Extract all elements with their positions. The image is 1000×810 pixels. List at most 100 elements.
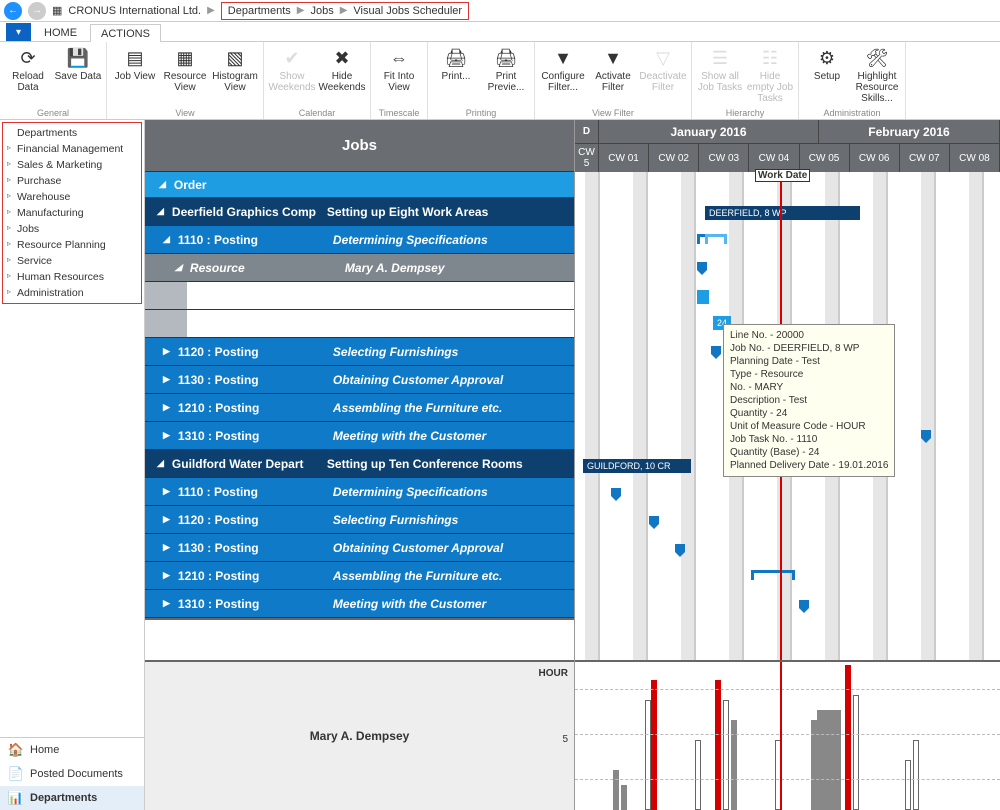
ribbon-group-label: General bbox=[4, 107, 102, 119]
tab-home[interactable]: HOME bbox=[33, 23, 88, 41]
col-description: Test bbox=[272, 317, 294, 331]
row-title: Resource bbox=[190, 261, 345, 275]
ribbon: ⟳Reload Data💾Save DataGeneral▤Job View▦R… bbox=[0, 42, 1000, 120]
job-row[interactable]: ▶1120 : PostingSelecting Furnishings bbox=[145, 506, 574, 534]
schedule-row[interactable]: ScheduleMARYTest bbox=[145, 310, 574, 338]
expand-icon[interactable]: ▶ bbox=[163, 402, 170, 413]
tooltip-line: Type - Resource bbox=[730, 368, 888, 381]
histogram-view-button[interactable]: ▧Histogram View bbox=[211, 44, 259, 107]
task-marker[interactable] bbox=[697, 262, 707, 274]
task-bracket[interactable] bbox=[705, 234, 727, 244]
nav-posted-documents[interactable]: 📄Posted Documents bbox=[0, 762, 144, 786]
row-title: 1310 : Posting bbox=[178, 597, 333, 611]
resource-view-button[interactable]: ▦Resource View bbox=[161, 44, 209, 107]
job-row[interactable]: ▶1210 : PostingAssembling the Furniture … bbox=[145, 562, 574, 590]
schedule-row[interactable]: ScheduleMARYMeeting with Customer bbox=[145, 282, 574, 310]
reload-data-label: Reload Data bbox=[4, 71, 52, 93]
histogram-gridline bbox=[575, 779, 1000, 780]
job-row[interactable]: ▶1120 : PostingSelecting Furnishings bbox=[145, 338, 574, 366]
order-header[interactable]: Order bbox=[145, 172, 574, 198]
row-desc: Assembling the Furniture etc. bbox=[333, 569, 574, 583]
task-marker[interactable] bbox=[649, 516, 659, 528]
activate-filter-button[interactable]: ▼Activate Filter bbox=[589, 44, 637, 107]
task-marker[interactable] bbox=[711, 346, 721, 358]
expand-icon[interactable]: ▶ bbox=[163, 430, 170, 441]
dept-item-jobs[interactable]: Jobs bbox=[3, 221, 141, 237]
dept-item-sales-marketing[interactable]: Sales & Marketing bbox=[3, 157, 141, 173]
dept-item-resource-planning[interactable]: Resource Planning bbox=[3, 237, 141, 253]
navigation-pane: DepartmentsFinancial ManagementSales & M… bbox=[0, 120, 145, 810]
histogram-gridline bbox=[575, 734, 1000, 735]
task-marker[interactable] bbox=[921, 430, 931, 442]
job-row[interactable]: ◢1110 : PostingDetermining Specification… bbox=[145, 226, 574, 254]
dept-item-administration[interactable]: Administration bbox=[3, 285, 141, 301]
nav-home[interactable]: 🏠Home bbox=[0, 738, 144, 762]
reload-data-button[interactable]: ⟳Reload Data bbox=[4, 44, 52, 107]
bar-deerfield[interactable]: DEERFIELD, 8 WP bbox=[705, 206, 860, 220]
dept-item-warehouse[interactable]: Warehouse bbox=[3, 189, 141, 205]
expand-icon[interactable]: ▶ bbox=[163, 598, 170, 609]
save-data-button[interactable]: 💾Save Data bbox=[54, 44, 102, 107]
task-marker[interactable] bbox=[799, 600, 809, 612]
row-title: 1310 : Posting bbox=[178, 429, 333, 443]
nav-departments-nav[interactable]: 📊Departments bbox=[0, 786, 144, 810]
dept-item-purchase[interactable]: Purchase bbox=[3, 173, 141, 189]
hide-weekends-button[interactable]: ✖Hide Weekends bbox=[318, 44, 366, 107]
job-row[interactable]: ▶1110 : PostingDetermining Specification… bbox=[145, 478, 574, 506]
expand-icon[interactable]: ◢ bbox=[157, 458, 164, 469]
breadcrumb-jobs[interactable]: Jobs bbox=[310, 5, 333, 17]
expand-icon[interactable]: ◢ bbox=[157, 206, 164, 217]
print-button[interactable]: 🖨Print... bbox=[432, 44, 480, 107]
grid-line bbox=[647, 172, 648, 660]
fit-into-view-button[interactable]: ⇔Fit Into View bbox=[375, 44, 423, 107]
job-row[interactable]: ▶1210 : PostingAssembling the Furniture … bbox=[145, 394, 574, 422]
task-bar[interactable] bbox=[697, 290, 709, 304]
dept-item-financial-management[interactable]: Financial Management bbox=[3, 141, 141, 157]
resource-view-icon: ▦ bbox=[173, 46, 197, 70]
dept-item-manufacturing[interactable]: Manufacturing bbox=[3, 205, 141, 221]
ribbon-group-label: Timescale bbox=[375, 107, 423, 119]
task-marker[interactable] bbox=[611, 488, 621, 500]
company-name[interactable]: CRONUS International Ltd. bbox=[68, 5, 201, 17]
job-row[interactable]: ◢Deerfield Graphics CompSetting up Eight… bbox=[145, 198, 574, 226]
highlight-resource-skills-button[interactable]: 🛠Highlight Resource Skills... bbox=[853, 44, 901, 107]
expand-icon[interactable]: ◢ bbox=[163, 234, 170, 245]
deactivate-filter-icon: ▽ bbox=[651, 46, 675, 70]
tab-actions[interactable]: ACTIONS bbox=[90, 24, 161, 42]
dept-item-human-resources[interactable]: Human Resources bbox=[3, 269, 141, 285]
expand-icon[interactable]: ▶ bbox=[163, 542, 170, 553]
bar-guildford[interactable]: GUILDFORD, 10 CR bbox=[583, 459, 691, 473]
job-row[interactable]: ▶1310 : PostingMeeting with the Customer bbox=[145, 590, 574, 618]
row-title: 1120 : Posting bbox=[178, 513, 333, 527]
expand-icon[interactable]: ▶ bbox=[163, 514, 170, 525]
setup-button[interactable]: ⚙Setup bbox=[803, 44, 851, 107]
expand-icon[interactable]: ▶ bbox=[163, 346, 170, 357]
print-preview-button[interactable]: 🖨Print Previe... bbox=[482, 44, 530, 107]
configure-filter-button[interactable]: ▼Configure Filter... bbox=[539, 44, 587, 107]
week-CW07: CW 07 bbox=[900, 144, 950, 172]
timeline-body[interactable]: Work Date DEERFIELD, 8 WP 24 GUILDFORD, … bbox=[575, 172, 1000, 660]
row-desc: Obtaining Customer Approval bbox=[333, 541, 574, 555]
task-bracket[interactable] bbox=[751, 570, 795, 580]
expand-icon[interactable]: ▶ bbox=[163, 570, 170, 581]
expand-icon[interactable]: ▶ bbox=[163, 374, 170, 385]
task-marker[interactable] bbox=[675, 544, 685, 556]
breadcrumb-departments[interactable]: Departments bbox=[228, 5, 291, 17]
dept-item-service[interactable]: Service bbox=[3, 253, 141, 269]
breadcrumb-scheduler[interactable]: Visual Jobs Scheduler bbox=[353, 5, 462, 17]
job-row[interactable]: ▶1310 : PostingMeeting with the Customer bbox=[145, 422, 574, 450]
row-desc: Assembling the Furniture etc. bbox=[333, 401, 574, 415]
job-row[interactable]: ◢ResourceMary A. Dempsey bbox=[145, 254, 574, 282]
reload-data-icon: ⟳ bbox=[16, 46, 40, 70]
file-tab[interactable]: ▾ bbox=[6, 23, 31, 41]
nav-back-button[interactable]: ← bbox=[4, 2, 22, 20]
expand-icon[interactable]: ▶ bbox=[163, 486, 170, 497]
expand-icon[interactable]: ◢ bbox=[175, 262, 182, 273]
job-row[interactable]: ▶1130 : PostingObtaining Customer Approv… bbox=[145, 534, 574, 562]
job-row[interactable]: ▶1130 : PostingObtaining Customer Approv… bbox=[145, 366, 574, 394]
job-view-button[interactable]: ▤Job View bbox=[111, 44, 159, 107]
job-row[interactable]: ◢Guildford Water DepartSetting up Ten Co… bbox=[145, 450, 574, 478]
histogram-bar bbox=[853, 695, 859, 810]
tooltip-line: Line No. - 20000 bbox=[730, 329, 888, 342]
dept-item-departments[interactable]: Departments bbox=[3, 125, 141, 141]
